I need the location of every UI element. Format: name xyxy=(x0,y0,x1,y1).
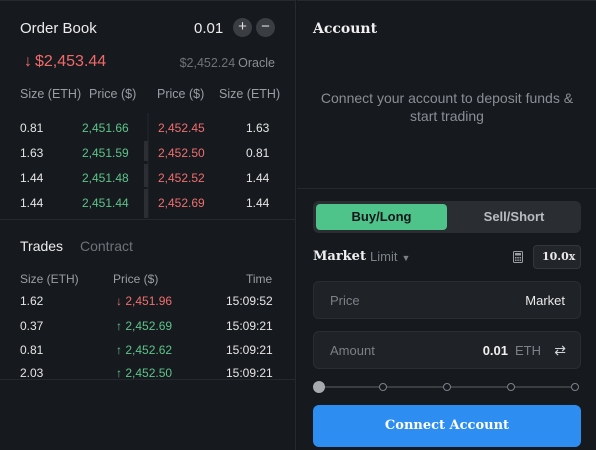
trade-time-cell: 15:09:52 xyxy=(226,294,273,308)
slider-tick[interactable] xyxy=(507,383,515,391)
account-panel: Account Connect your account to deposit … xyxy=(297,0,596,450)
slider-tick[interactable] xyxy=(443,383,451,391)
size-step-value: 0.01 xyxy=(194,20,224,37)
trade-price-value: 2,451.96 xyxy=(125,294,173,308)
section-divider xyxy=(0,219,296,220)
increase-step-button[interactable]: + xyxy=(233,18,252,37)
ask-price-cell[interactable]: 2,452.69 xyxy=(158,196,205,210)
amount-unit: ETH xyxy=(515,343,541,358)
trade-size-cell: 2.03 xyxy=(20,366,44,380)
market-panel: Order Book 0.01 + − ↓ $2,453.44 $2,452.24… xyxy=(0,0,296,450)
order-type-limit[interactable]: Limit ▼ xyxy=(370,249,410,264)
trade-price-cell: ↑ 2,452.69 xyxy=(116,319,172,333)
calculator-icon[interactable] xyxy=(513,251,523,263)
trade-size-cell: 0.37 xyxy=(20,319,44,333)
trade-price-cell: ↑ 2,452.62 xyxy=(116,343,172,357)
up-arrow-icon: ↑ xyxy=(116,319,122,333)
down-arrow-icon: ↓ xyxy=(116,294,122,308)
order-type-limit-label: Limit xyxy=(370,249,398,264)
trade-size-cell: 1.62 xyxy=(20,294,44,308)
ask-size-cell: 1.44 xyxy=(246,196,270,210)
trade-time-cell: 15:09:21 xyxy=(226,319,273,333)
slider-tick[interactable] xyxy=(571,383,579,391)
bid-price-cell[interactable]: 2,451.44 xyxy=(82,196,129,210)
amount-value[interactable]: 0.01 xyxy=(483,343,508,358)
ask-price-cell[interactable]: 2,452.52 xyxy=(158,171,205,185)
depth-bar xyxy=(144,141,148,161)
bid-size-cell: 1.44 xyxy=(20,171,44,185)
chevron-right-icon: › xyxy=(569,250,574,263)
trade-price-cell: ↑ 2,452.50 xyxy=(116,366,172,380)
ask-size-cell: 1.63 xyxy=(246,121,270,135)
connect-account-button[interactable]: Connect Account xyxy=(313,405,581,447)
amount-field[interactable]: Amount 0.01 ETH ⇄ xyxy=(313,331,581,369)
trade-time-cell: 15:09:21 xyxy=(226,366,273,380)
depth-bar xyxy=(144,189,148,218)
trade-time-header: Time xyxy=(246,272,273,286)
trade-price-header: Price ($) xyxy=(113,272,159,286)
trade-price-value: 2,452.50 xyxy=(125,366,173,380)
slider-tick[interactable] xyxy=(379,383,387,391)
tab-contract[interactable]: Contract xyxy=(80,238,133,254)
ask-price-cell[interactable]: 2,452.50 xyxy=(158,146,205,160)
bid-price-cell[interactable]: 2,451.66 xyxy=(82,121,129,135)
swap-icon[interactable]: ⇄ xyxy=(554,342,566,359)
ask-price-cell[interactable]: 2,452.45 xyxy=(158,121,205,135)
trade-size-cell: 0.81 xyxy=(20,343,44,357)
oracle-label: Oracle xyxy=(238,56,275,70)
last-price-value: $2,453.44 xyxy=(35,53,107,70)
bid-price-cell[interactable]: 2,451.59 xyxy=(82,146,129,160)
trade-time-cell: 15:09:21 xyxy=(226,343,273,357)
price-label: Price xyxy=(330,293,360,308)
down-arrow-icon: ↓ xyxy=(24,53,32,70)
up-arrow-icon: ↑ xyxy=(116,343,122,357)
price-field[interactable]: Price Market xyxy=(313,281,581,319)
section-divider xyxy=(297,188,596,189)
bid-size-cell: 1.63 xyxy=(20,146,44,160)
order-type-market[interactable]: Market xyxy=(313,249,366,264)
trade-price-cell: ↓ 2,451.96 xyxy=(116,294,172,308)
oracle-price: $2,452.24 Oracle xyxy=(180,56,275,70)
bid-size-cell: 1.44 xyxy=(20,196,44,210)
trade-price-value: 2,452.62 xyxy=(125,343,173,357)
ask-size-cell: 0.81 xyxy=(246,146,270,160)
up-arrow-icon: ↑ xyxy=(116,366,122,380)
tab-trades[interactable]: Trades xyxy=(20,238,63,254)
connect-message: Connect your account to deposit funds & … xyxy=(320,90,574,124)
trade-price-value: 2,452.69 xyxy=(125,319,173,333)
price-value: Market xyxy=(525,293,565,308)
oracle-price-value: $2,452.24 xyxy=(179,56,236,70)
slider-thumb[interactable] xyxy=(313,381,325,393)
decrease-step-button[interactable]: − xyxy=(256,18,275,37)
caret-down-icon: ▼ xyxy=(401,253,411,263)
leverage-button[interactable]: 10.0x › xyxy=(533,245,581,269)
side-toggle: Buy/Long Sell/Short xyxy=(313,201,581,233)
bid-size-header: Size (ETH) xyxy=(20,87,82,101)
last-price: ↓ $2,453.44 xyxy=(24,53,106,71)
buy-long-button[interactable]: Buy/Long xyxy=(316,204,447,230)
ask-size-cell: 1.44 xyxy=(246,171,270,185)
ask-price-header: Price ($) xyxy=(157,87,205,101)
order-book-title: Order Book xyxy=(20,20,97,37)
ask-size-header: Size (ETH) xyxy=(219,87,281,101)
bid-size-cell: 0.81 xyxy=(20,121,44,135)
account-title: Account xyxy=(313,21,378,37)
depth-bar xyxy=(144,164,148,187)
bid-price-cell[interactable]: 2,451.48 xyxy=(82,171,129,185)
bid-price-header: Price ($) xyxy=(89,87,137,101)
sell-short-button[interactable]: Sell/Short xyxy=(450,204,578,230)
amount-label: Amount xyxy=(330,343,375,358)
trade-size-header: Size (ETH) xyxy=(20,272,79,286)
section-divider xyxy=(0,379,296,380)
